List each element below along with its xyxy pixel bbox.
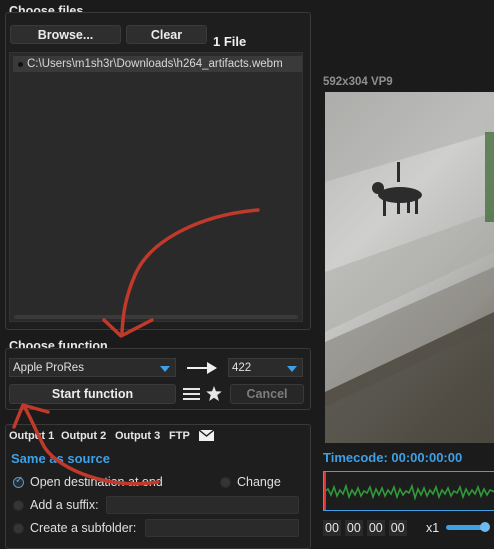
radio-icon[interactable] (13, 522, 24, 534)
file-path: C:\Users\m1sh3r\Downloads\h264_artifacts… (27, 58, 283, 70)
tc-minutes[interactable]: 00 (344, 520, 363, 536)
browse-button[interactable]: Browse... (10, 25, 121, 44)
audio-waveform-image (324, 472, 494, 510)
star-icon[interactable] (206, 386, 222, 401)
video-preview[interactable] (325, 92, 494, 443)
tc-hours[interactable]: 00 (323, 520, 341, 536)
change-option[interactable]: Change (220, 475, 281, 489)
start-function-button[interactable]: Start function (9, 384, 176, 404)
tc-frames[interactable]: 00 (388, 520, 407, 536)
timecode-label: Timecode: 00:00:00:00 (323, 450, 463, 465)
media-info: 592x304 VP9 (323, 76, 393, 88)
change-label: Change (237, 475, 281, 489)
chevron-down-icon (287, 365, 297, 372)
radio-icon[interactable] (220, 476, 231, 488)
suffix-input[interactable] (106, 496, 299, 514)
add-suffix-label: Add a suffix: (30, 498, 99, 512)
speed-slider[interactable] (446, 522, 490, 532)
checkbox-checked-icon[interactable] (13, 475, 24, 488)
tab-output-2[interactable]: Output 2 (61, 430, 106, 442)
mail-icon[interactable] (199, 430, 214, 441)
clear-button[interactable]: Clear (126, 25, 207, 44)
tab-output-1[interactable]: Output 1 (9, 430, 54, 442)
codec-value: Apple ProRes (13, 361, 84, 374)
timecode-fields: 00 00 00 00 (323, 520, 407, 536)
arrow-right-icon (187, 362, 217, 374)
tc-seconds[interactable]: 00 (366, 520, 385, 536)
profile-select[interactable]: 422 (228, 358, 303, 377)
profile-value: 422 (232, 361, 252, 374)
codec-select[interactable]: Apple ProRes (9, 358, 176, 377)
add-suffix-option[interactable]: Add a suffix: (13, 498, 99, 512)
open-destination-label: Open destination at end (30, 475, 163, 489)
chevron-down-icon (160, 365, 170, 372)
open-destination-option[interactable]: Open destination at end (13, 475, 163, 489)
tab-ftp[interactable]: FTP (169, 430, 190, 442)
tab-output-3[interactable]: Output 3 (115, 430, 160, 442)
create-subfolder-label: Create a subfolder: (30, 521, 137, 535)
horizontal-scrollbar[interactable] (14, 315, 298, 319)
cancel-button[interactable]: Cancel (230, 384, 304, 404)
file-list[interactable]: C:\Users\m1sh3r\Downloads\h264_artifacts… (9, 52, 303, 322)
slider-handle[interactable] (480, 522, 490, 532)
bullet-icon (18, 62, 23, 67)
speed-label: x1 (426, 521, 440, 535)
same-as-source-link[interactable]: Same as source (11, 451, 110, 466)
create-subfolder-option[interactable]: Create a subfolder: (13, 521, 136, 535)
list-icon[interactable] (183, 387, 200, 401)
waveform[interactable] (323, 471, 494, 511)
file-count-label: 1 File (213, 34, 247, 49)
video-frame-image (325, 92, 494, 443)
radio-icon[interactable] (13, 499, 24, 511)
list-item[interactable]: C:\Users\m1sh3r\Downloads\h264_artifacts… (13, 56, 302, 72)
subfolder-input[interactable] (145, 519, 299, 537)
